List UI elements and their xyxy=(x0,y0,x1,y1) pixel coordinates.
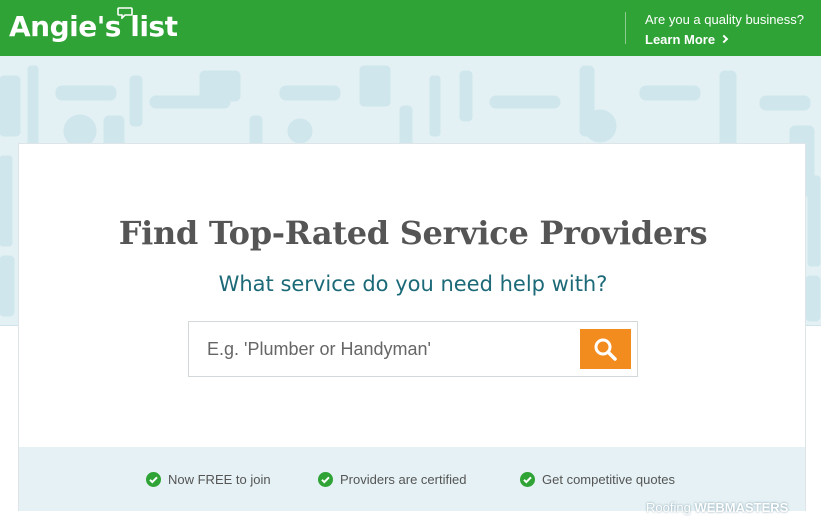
service-search-input[interactable] xyxy=(189,322,569,376)
search-box xyxy=(188,321,638,377)
logo-text: Angie's list xyxy=(9,10,178,43)
learn-more-label: Learn More xyxy=(645,32,716,47)
check-circle-icon xyxy=(318,472,333,487)
benefit-label: Get competitive quotes xyxy=(542,472,675,487)
page-title: Find Top-Rated Service Providers xyxy=(118,214,708,252)
benefit-label: Now FREE to join xyxy=(168,472,271,487)
roofing-webmasters-watermark: Roofing WEBMASTERS xyxy=(646,500,788,518)
benefit-label: Providers are certified xyxy=(340,472,467,487)
chevron-right-icon xyxy=(719,34,729,44)
watermark-webmasters: WEBMASTERS xyxy=(694,500,789,515)
check-circle-icon xyxy=(520,472,535,487)
learn-more-link[interactable]: Learn More xyxy=(645,32,729,48)
search-card: Find Top-Rated Service Providers What se… xyxy=(18,143,806,511)
watermark-roofing: Roofing xyxy=(646,500,691,515)
check-circle-icon xyxy=(146,472,161,487)
top-header: Angie's list Are you a quality business?… xyxy=(0,0,821,56)
angies-list-logo[interactable]: Angie's list xyxy=(9,7,178,45)
header-divider xyxy=(625,12,626,44)
search-button[interactable] xyxy=(580,329,631,369)
search-subtitle: What service do you need help with? xyxy=(218,272,608,296)
business-question: Are you a quality business? xyxy=(645,12,804,27)
search-icon xyxy=(594,338,617,361)
speech-bubble-icon xyxy=(117,7,133,19)
